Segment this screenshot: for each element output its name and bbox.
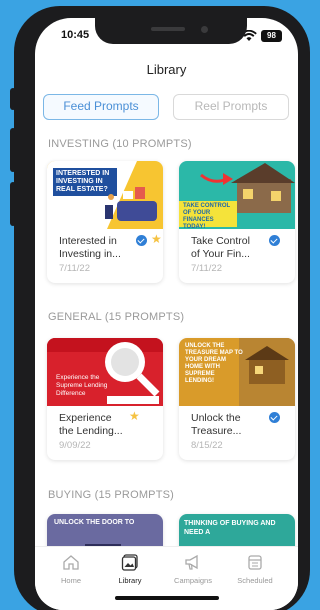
- megaphone-icon: [185, 554, 198, 570]
- tab-label: Campaigns: [174, 576, 212, 585]
- tab-label: Library: [118, 576, 142, 585]
- prompt-card[interactable]: INTERESTED IN INVESTING IN REAL ESTATE? …: [47, 161, 163, 283]
- notch: [95, 18, 247, 44]
- prompt-title: Unlock the Treasure...: [191, 412, 242, 437]
- calendar-icon: [248, 555, 262, 570]
- bottom-tab-bar: Home Library Campaigns Scheduled: [35, 546, 298, 610]
- thumbnail-caption: INTERESTED IN INVESTING IN REAL ESTATE?: [56, 170, 110, 193]
- front-camera: [201, 26, 208, 33]
- thumbnail-caption: UNLOCK THE TREASURE MAP TO YOUR DREAM HO…: [185, 343, 243, 384]
- tab-label: Scheduled: [237, 576, 273, 585]
- prompt-thumbnail: INTERESTED IN INVESTING IN REAL ESTATE?: [47, 161, 163, 229]
- home-indicator[interactable]: [115, 596, 219, 600]
- thumbnail-caption: Experience the Supreme Lending Differenc…: [56, 374, 108, 397]
- prompt-title: Take Control of Your Fin...: [191, 235, 250, 260]
- tab-library[interactable]: Library: [101, 553, 159, 585]
- home-icon: [63, 555, 79, 570]
- prompt-card[interactable]: TAKE CONTROL OF YOUR FINANCES TODAY! Tak…: [179, 161, 295, 283]
- prompt-date: 7/11/22: [59, 263, 90, 274]
- verified-check-icon: [136, 235, 147, 246]
- tab-label: Home: [60, 576, 81, 585]
- prompt-date: 9/09/22: [59, 440, 91, 451]
- prompt-thumbnail: TAKE CONTROL OF YOUR FINANCES TODAY!: [179, 161, 295, 229]
- speaker-grille: [151, 27, 185, 31]
- status-time: 10:45: [61, 29, 90, 41]
- thumbnail-caption: THINKING OF BUYING AND NEED A: [184, 520, 276, 536]
- verified-check-icon: [269, 412, 280, 423]
- tab-scheduled[interactable]: Scheduled: [226, 553, 284, 585]
- prompt-title: Interested in Investing in...: [59, 235, 121, 260]
- tab-reel-prompts[interactable]: Reel Prompts: [173, 94, 289, 120]
- prompt-card[interactable]: Experience the Supreme Lending Differenc…: [47, 338, 163, 460]
- page-title: Library: [146, 62, 187, 77]
- app-screen: 10:45 98 Library Feed Prompts Reel Promp…: [35, 18, 298, 610]
- prompt-card[interactable]: UNLOCK THE TREASURE MAP TO YOUR DREAM HO…: [179, 338, 295, 460]
- prompt-thumbnail: Experience the Supreme Lending Differenc…: [47, 338, 163, 406]
- section-heading-buying: BUYING (15 PROMPTS): [48, 489, 175, 501]
- section-heading-general: GENERAL (15 PROMPTS): [48, 311, 185, 323]
- thumbnail-caption: UNLOCK THE DOOR TO: [54, 519, 135, 526]
- prompt-date: 8/15/22: [191, 440, 223, 451]
- prompt-title: Experience the Lending...: [59, 412, 123, 437]
- library-icon: [121, 554, 138, 571]
- battery-indicator: 98: [261, 30, 282, 42]
- prompt-thumbnail: UNLOCK THE TREASURE MAP TO YOUR DREAM HO…: [179, 338, 295, 406]
- section-heading-investing: INVESTING (10 PROMPTS): [48, 138, 192, 150]
- prompt-date: 7/11/22: [191, 263, 222, 274]
- tab-campaigns[interactable]: Campaigns: [164, 553, 222, 585]
- tab-feed-prompts[interactable]: Feed Prompts: [43, 94, 159, 120]
- star-icon[interactable]: ★: [151, 233, 162, 245]
- verified-check-icon: [269, 235, 280, 246]
- star-icon[interactable]: ★: [129, 410, 140, 422]
- thumbnail-caption: TAKE CONTROL OF YOUR FINANCES TODAY!: [183, 203, 231, 229]
- tab-home[interactable]: Home: [42, 553, 100, 585]
